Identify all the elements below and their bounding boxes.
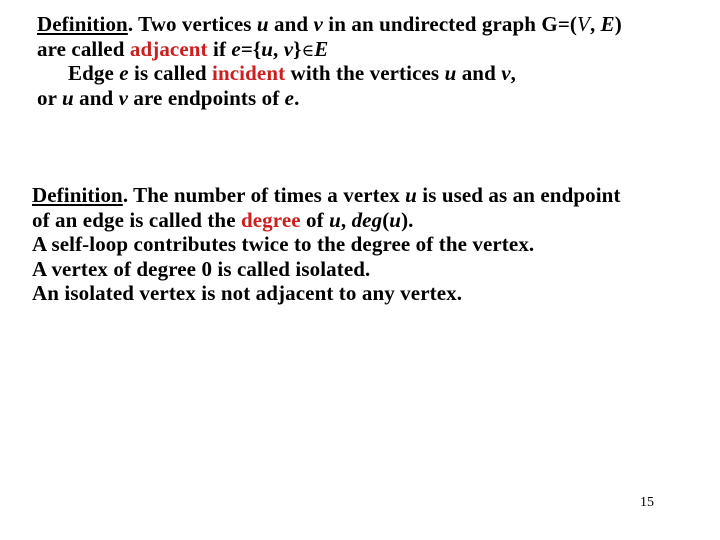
term-incident: incident xyxy=(212,61,286,85)
def2-line3: A self-loop contributes twice to the deg… xyxy=(32,232,535,256)
text: if xyxy=(207,36,232,61)
text: } xyxy=(293,36,302,61)
var-e: e xyxy=(119,61,129,85)
text: and xyxy=(73,85,119,110)
text: and xyxy=(456,61,502,85)
text: and xyxy=(268,12,314,36)
var-e: e xyxy=(231,36,241,61)
def2-line4: A vertex of degree 0 is called isolated. xyxy=(32,256,371,281)
text: . Two vertices xyxy=(127,12,257,36)
var-v: v xyxy=(501,61,511,85)
text: in an undirected graph G=( xyxy=(322,12,578,36)
definition-adjacent-incident: Definition. Two vertices u and v in an u… xyxy=(37,12,622,110)
text: , xyxy=(510,61,516,85)
slide: Definition. Two vertices u and v in an u… xyxy=(0,0,720,540)
text: of an edge is called the xyxy=(32,207,241,232)
def2-line2: of an edge is called the degree of u, de… xyxy=(32,208,621,233)
var-E: E xyxy=(600,12,615,36)
def2-line5: An isolated vertex is not adjacent to an… xyxy=(32,281,463,305)
var-u: u xyxy=(261,36,274,61)
term-degree: degree xyxy=(240,207,301,232)
var-u: u xyxy=(444,61,457,85)
var-v: v xyxy=(313,12,323,36)
text: of xyxy=(300,207,330,232)
definition-label: Definition xyxy=(37,12,128,36)
text: , xyxy=(340,207,352,232)
func-deg: deg xyxy=(351,207,383,232)
text: ) xyxy=(614,12,622,36)
text: , xyxy=(273,36,284,61)
text: is called xyxy=(128,61,213,85)
def1-line2: are called adjacent if e={u, v}∈E xyxy=(37,37,622,62)
var-V: V xyxy=(577,12,590,36)
var-u: u xyxy=(62,85,74,110)
text: Edge xyxy=(68,61,120,85)
var-v: v xyxy=(118,85,129,110)
text: with the vertices xyxy=(285,61,445,85)
var-u: u xyxy=(405,183,417,207)
text: are endpoints of xyxy=(128,85,285,110)
def1-line4: or u and v are endpoints of e. xyxy=(37,86,622,111)
def1-line1: Definition. Two vertices u and v in an u… xyxy=(37,12,622,37)
var-e: e xyxy=(284,85,295,110)
text: or xyxy=(37,85,62,110)
def1-line3: Edge e is called incident with the verti… xyxy=(37,61,622,86)
text: . xyxy=(294,85,300,110)
element-of-symbol: ∈ xyxy=(301,40,315,61)
text: are called xyxy=(37,36,130,61)
var-u: u xyxy=(329,207,341,232)
text: ). xyxy=(401,207,414,232)
def2-line1: Definition. The number of times a vertex… xyxy=(32,183,621,208)
var-v: v xyxy=(283,36,294,61)
text: , xyxy=(589,12,601,36)
var-u: u xyxy=(256,12,269,36)
var-E: E xyxy=(314,36,329,61)
definition-label: Definition xyxy=(32,183,123,207)
text: ={ xyxy=(240,36,262,61)
text: . The number of times a vertex xyxy=(122,183,406,207)
definition-degree: Definition. The number of times a vertex… xyxy=(32,183,621,306)
term-adjacent: adjacent xyxy=(129,36,208,61)
text: is used as an endpoint xyxy=(416,183,621,207)
page-number: 15 xyxy=(640,495,654,510)
var-u: u xyxy=(389,207,402,232)
